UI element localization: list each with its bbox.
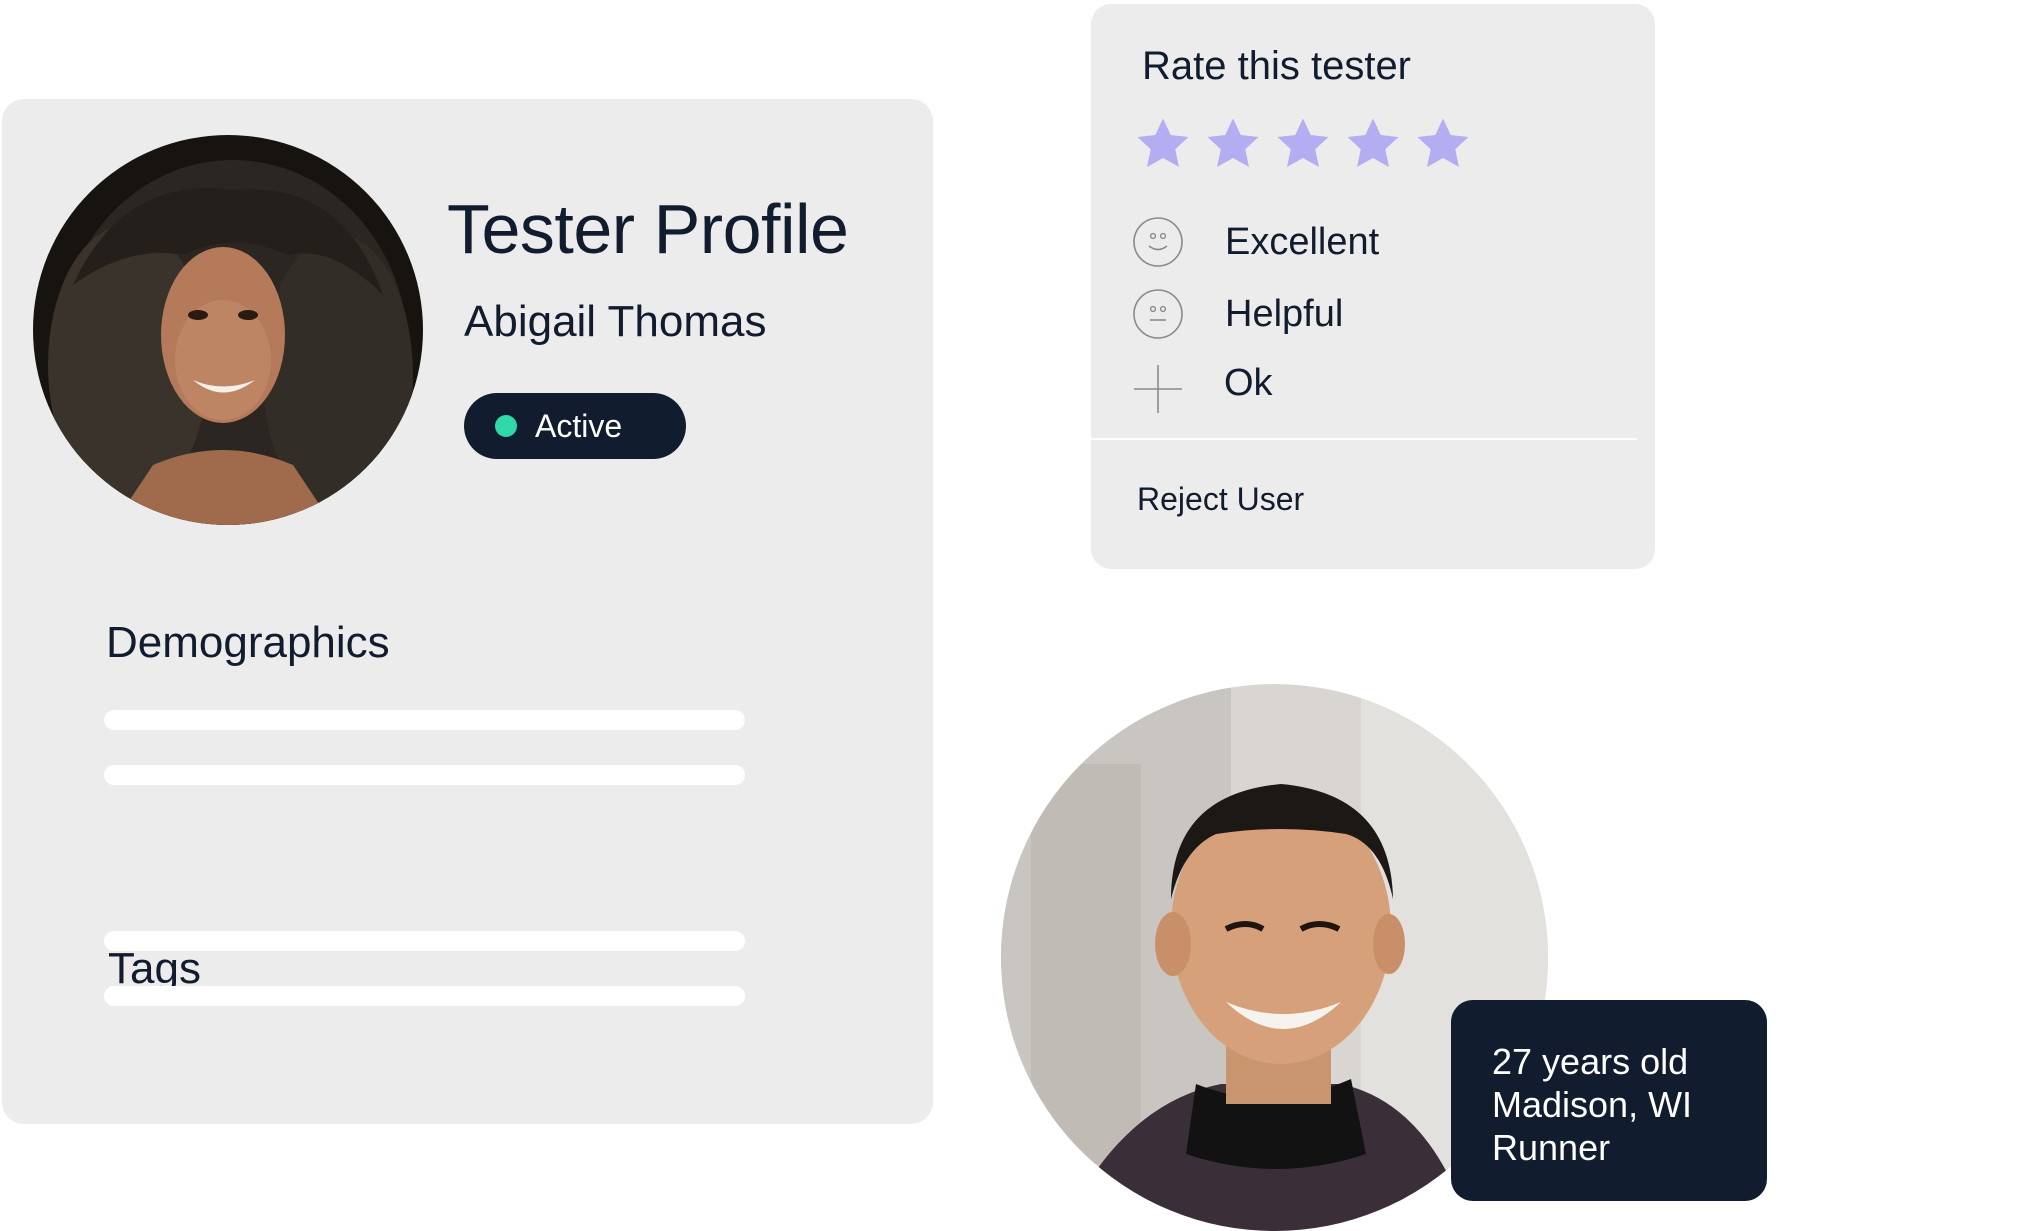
tester-profile-card: Tester Profile Abigail Thomas Active Dem…: [2, 99, 933, 1124]
tags-placeholder-line: [104, 931, 745, 951]
star-icon[interactable]: [1133, 114, 1193, 174]
tags-placeholder-line: [104, 986, 745, 1006]
status-badge[interactable]: Active: [464, 393, 686, 459]
rating-option-helpful[interactable]: Helpful: [1131, 287, 1611, 341]
rating-option-excellent[interactable]: Excellent: [1131, 215, 1611, 269]
divider: [1091, 438, 1637, 440]
star-icon[interactable]: [1343, 114, 1403, 174]
neutral-face-icon: [1131, 287, 1185, 341]
rating-option-label: Ok: [1224, 362, 1273, 404]
status-dot-icon: [495, 415, 517, 437]
reject-user-button[interactable]: Reject User: [1137, 479, 1304, 519]
rating-option-ok[interactable]: Ok: [1131, 362, 1611, 416]
rating-title: Rate this tester: [1142, 44, 1412, 88]
tester-location: Madison, WI: [1492, 1084, 1693, 1125]
tester-interest: Runner: [1492, 1127, 1611, 1168]
demographics-placeholder-line: [104, 765, 745, 785]
profile-title: Tester Profile: [447, 190, 849, 268]
demographics-placeholder-line: [104, 710, 745, 730]
star-rating[interactable]: [1133, 114, 1483, 174]
rating-option-label: Excellent: [1225, 221, 1380, 263]
star-icon[interactable]: [1273, 114, 1333, 174]
star-icon[interactable]: [1413, 114, 1473, 174]
plus-icon: [1131, 362, 1185, 416]
star-icon[interactable]: [1203, 114, 1263, 174]
tester-avatar-photo: [33, 135, 423, 525]
rating-card: Rate this tester Excellent Helpful Ok Re…: [1091, 4, 1655, 569]
smile-face-icon: [1131, 215, 1185, 269]
demographics-heading: Demographics: [106, 618, 390, 667]
status-label: Active: [535, 408, 623, 444]
rating-option-label: Helpful: [1225, 293, 1344, 335]
tester-age: 27 years old: [1492, 1041, 1689, 1082]
tester-info-card: 27 years old Madison, WI Runner: [1451, 1000, 1767, 1201]
tester-name: Abigail Thomas: [464, 297, 767, 346]
